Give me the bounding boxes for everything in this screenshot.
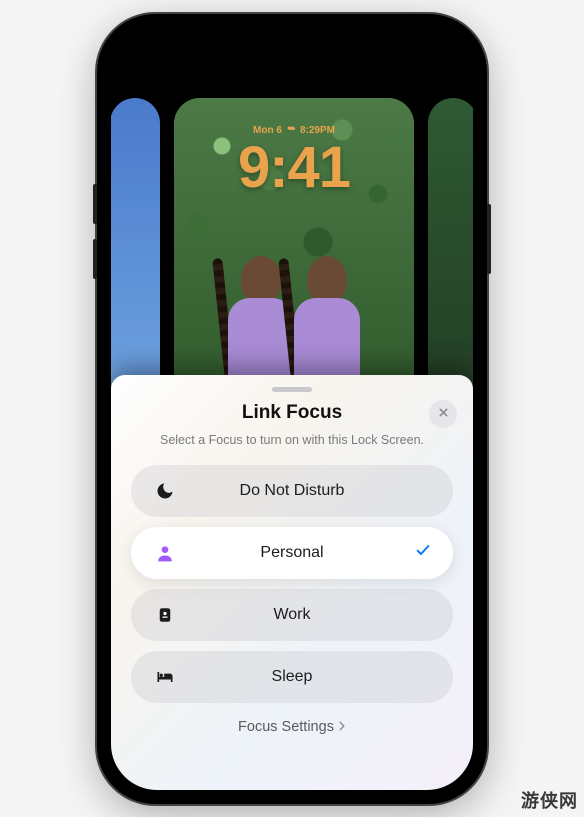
volume-up-button[interactable] bbox=[93, 184, 97, 224]
focus-option-dnd[interactable]: Do Not Disturb bbox=[131, 465, 453, 517]
lockscreen-time: 9:41 bbox=[238, 139, 350, 197]
chevron-right-icon bbox=[338, 719, 346, 735]
sheet-title: Link Focus bbox=[131, 402, 453, 424]
focus-option-personal[interactable]: Personal bbox=[131, 527, 453, 579]
focus-option-label: Do Not Disturb bbox=[131, 482, 453, 500]
iphone-frame: Mon 6 8:29PM 9:41 Link Focus bbox=[97, 14, 487, 804]
checkmark-icon bbox=[415, 542, 431, 563]
focus-option-label: Personal bbox=[131, 544, 453, 562]
lockscreen-card-current[interactable]: Mon 6 8:29PM 9:41 bbox=[174, 98, 414, 418]
link-focus-sheet: Link Focus Select a Focus to turn on wit… bbox=[111, 375, 473, 790]
focus-settings-label: Focus Settings bbox=[238, 719, 334, 735]
lockscreen-small-time: 8:29PM bbox=[300, 125, 335, 136]
lockscreen-card-prev[interactable] bbox=[111, 98, 160, 408]
focus-settings-link[interactable]: Focus Settings bbox=[238, 719, 346, 735]
close-button[interactable] bbox=[429, 400, 457, 428]
lockscreen-card-next[interactable] bbox=[428, 98, 473, 408]
lockscreen-date: Mon 6 bbox=[253, 125, 282, 136]
focus-option-label: Work bbox=[131, 606, 453, 624]
power-button[interactable] bbox=[487, 204, 491, 274]
focus-option-sleep[interactable]: Sleep bbox=[131, 651, 453, 703]
sheet-subtitle: Select a Focus to turn on with this Lock… bbox=[131, 433, 453, 447]
close-icon bbox=[438, 405, 449, 423]
focus-options: Do Not Disturb Personal Work bbox=[131, 465, 453, 703]
screen: Mon 6 8:29PM 9:41 Link Focus bbox=[111, 28, 473, 790]
watermark: 游侠网 bbox=[521, 787, 578, 813]
volume-down-button[interactable] bbox=[93, 239, 97, 279]
focus-option-label: Sleep bbox=[131, 668, 453, 686]
focus-option-work[interactable]: Work bbox=[131, 589, 453, 641]
notch bbox=[217, 28, 367, 58]
sheet-grabber[interactable] bbox=[272, 387, 312, 392]
